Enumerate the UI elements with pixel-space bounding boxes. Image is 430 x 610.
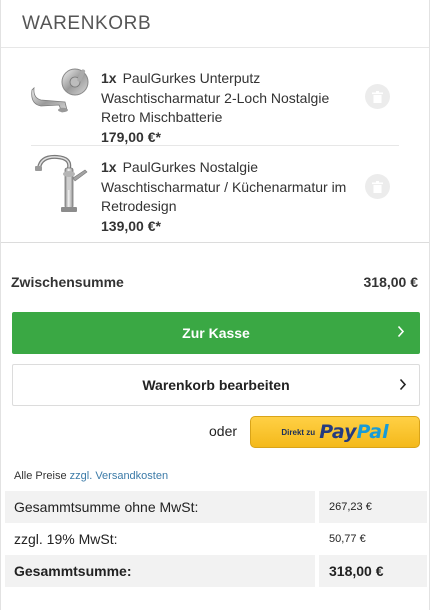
vat-label: zzgl. 19% MwSt: [14,531,118,547]
paypal-express-button[interactable]: Direkt zu PayPal [250,416,420,448]
checkout-label: Zur Kasse [182,325,250,341]
tap-standing-icon[interactable] [31,154,93,216]
edit-cart-label: Warenkorb bearbeiten [142,377,290,393]
trash-icon [372,90,383,103]
table-row: Gesammtsumme: 318,00 € [5,555,427,587]
grand-total-label: Gesammtsumme: [5,555,315,587]
delete-item-button[interactable] [365,174,390,199]
cart-item: 1x PaulGurkes Unterputz Waschtischarmatur… [31,48,399,145]
tap-wall-mounted-icon[interactable] [31,66,93,128]
item-text: 1x PaulGurkes Unterputz Waschtischarmatur… [101,69,363,147]
delete-item-button[interactable] [365,84,390,109]
table-row: zzgl. 19% MwSt: 50,77 € [5,523,427,555]
cart-header: WARENKORB [1,0,429,48]
item-qty: 1x [101,70,117,86]
or-label: oder [209,423,238,439]
paypal-prefix: Direkt zu [281,427,316,437]
item-qty: 1x [101,159,117,175]
paypal-logo: PayPal [319,421,389,443]
checkout-button[interactable]: Zur Kasse [12,312,420,354]
vat-value: 50,77 € [329,533,366,545]
vat-note-text: Alle Preise [14,470,67,482]
item-name[interactable]: PaulGurkes Unterputz Waschtischarmatur 2… [101,70,329,125]
cart-item: 1x PaulGurkes Nostalgie Waschtischarmatur… [31,145,399,242]
subtotal-label: Zwischensumme [11,274,124,290]
item-text: 1x PaulGurkes Nostalgie Waschtischarmatur… [101,158,363,236]
grand-total-value: 318,00 € [319,555,427,587]
shipping-costs-link[interactable]: zzgl. Versandkosten [70,470,168,482]
item-name[interactable]: PaulGurkes Nostalgie Waschtischarmatur /… [101,159,346,214]
totals-table: Gesammtsumme ohne MwSt: 267,23 € zzgl. 1… [5,491,427,587]
trash-icon [372,180,383,193]
total-net-label: Gesammtsumme ohne MwSt: [5,491,315,523]
chevron-right-icon [399,378,407,391]
total-net-value: 267,23 € [319,491,427,523]
table-row: Gesammtsumme ohne MwSt: 267,23 € [5,491,427,523]
subtotal-row: Zwischensumme 318,00 € [11,274,418,290]
cart-panel: WARENKORB 1x PaulGurkes Unterputz Wascht… [0,0,430,610]
cart-title: WARENKORB [22,12,152,34]
subtotal-value: 318,00 € [363,274,419,290]
edit-cart-button[interactable]: Warenkorb bearbeiten [12,364,420,406]
cart-items: 1x PaulGurkes Unterputz Waschtischarmatur… [1,48,429,243]
item-price: 139,00 €* [101,217,161,234]
vat-note: Alle Preise zzgl. Versandkosten [14,470,168,482]
chevron-right-icon [397,325,405,338]
